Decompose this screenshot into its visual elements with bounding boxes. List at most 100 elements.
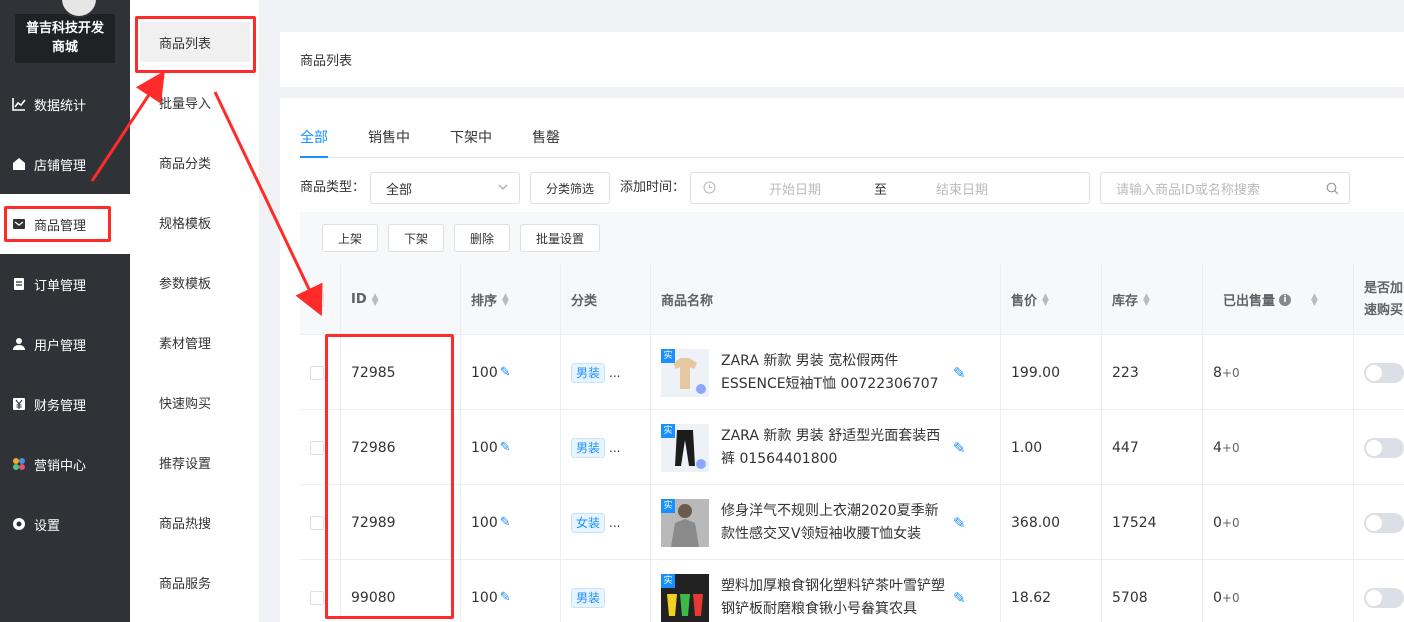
quick-buy-toggle[interactable] [1364, 587, 1404, 608]
select-all-cell [300, 264, 341, 335]
table-row[interactable]: 72986 100 ✎ 男装... 实 ZARA 新款 男装 舒适型光面套装西裤 … [300, 410, 1404, 485]
take-off-shelf-button[interactable]: 下架 [388, 224, 444, 252]
submenu-item-hot-search[interactable]: 商品热搜 [140, 502, 250, 542]
header-sort-label: 排序 [471, 294, 498, 309]
tab-sold-out[interactable]: 售罄 [532, 128, 560, 158]
header-stock[interactable]: 库存 ▲ ▼ [1102, 264, 1203, 335]
goods-icon [12, 217, 26, 231]
submenu-item-services[interactable]: 商品服务 [140, 562, 250, 602]
date-range-picker[interactable]: 开始日期 至 结束日期 [690, 172, 1090, 204]
chart-line-icon [12, 97, 26, 111]
select-all-checkbox[interactable] [310, 292, 324, 307]
product-thumbnail[interactable]: 实 [661, 348, 709, 397]
header-id[interactable]: ID ▲ ▼ [341, 264, 461, 335]
end-date-input[interactable]: 结束日期 [936, 179, 988, 198]
table-row[interactable]: 99080 100 ✎ 男装 实 塑料加厚粮食钢化塑料铲茶叶雪铲塑钢铲板耐磨粮食锹… [300, 560, 1404, 622]
batch-settings-button[interactable]: 批量设置 [520, 224, 600, 252]
order-icon [12, 277, 26, 291]
product-name: ZARA 新款 男装 舒适型光面套装西裤 01564401800 [721, 427, 941, 467]
edit-pencil-icon[interactable]: ✎ [953, 364, 966, 382]
cell-quick-buy [1354, 560, 1404, 622]
header-sold[interactable]: 已出售量 i ▲ ▼ [1203, 264, 1354, 335]
sort-icon[interactable]: ▲ ▼ [372, 292, 380, 307]
product-thumbnail[interactable]: 实 [661, 573, 709, 622]
sort-icon[interactable]: ▲ ▼ [1143, 292, 1151, 307]
product-thumbnail[interactable]: 实 [661, 423, 709, 472]
submenu-item-recommend[interactable]: 推荐设置 [140, 442, 250, 482]
sidebar-item-orders[interactable]: 订单管理 [0, 254, 130, 314]
row-checkbox[interactable] [310, 515, 324, 530]
brand-logo[interactable]: 普吉科技开发 商城 [15, 0, 115, 63]
bulk-action-bar: 上架 下架 删除 批量设置 [300, 212, 1404, 264]
sidebar-item-goods[interactable]: 商品管理 [0, 194, 130, 254]
table-row[interactable]: 72989 100 ✎ 女装... 实 修身洋气不规则上衣潮2020夏季新款性感交… [300, 485, 1404, 560]
submenu-item-goods-list[interactable]: 商品列表 [140, 22, 250, 62]
product-name: 塑料加厚粮食钢化塑料铲茶叶雪铲塑钢铲板耐磨粮食锹小号畚箕农具 [721, 577, 945, 617]
time-label: 添加时间： [620, 180, 686, 195]
cell-stock: 447 [1102, 410, 1203, 485]
submenu-item-param-template[interactable]: 参数模板 [140, 262, 250, 302]
cell-quick-buy [1354, 485, 1404, 560]
submenu-item-quick-buy[interactable]: 快速购买 [140, 382, 250, 422]
edit-pencil-icon[interactable]: ✎ [500, 515, 511, 530]
search-icon[interactable] [1326, 182, 1339, 199]
sidebar-item-users[interactable]: 用户管理 [0, 314, 130, 374]
sidebar-item-stats[interactable]: 数据统计 [0, 74, 130, 134]
marketing-icon [12, 457, 26, 471]
row-checkbox[interactable] [310, 440, 324, 455]
row-select-cell [300, 485, 341, 560]
type-select[interactable]: 全部 [370, 172, 520, 204]
delete-button[interactable]: 删除 [454, 224, 510, 252]
header-id-label: ID [351, 292, 367, 307]
tab-off-shelf[interactable]: 下架中 [450, 128, 492, 158]
brand-name-line1: 普吉科技开发 [25, 21, 104, 36]
submenu-item-categories[interactable]: 商品分类 [140, 142, 250, 182]
table-row[interactable]: 72985 100 ✎ 男装... 实 ZARA 新款 男装 宽松假两件 ESSE… [300, 335, 1404, 410]
edit-pencil-icon[interactable]: ✎ [500, 590, 511, 605]
edit-pencil-icon[interactable]: ✎ [500, 440, 511, 455]
category-filter-button[interactable]: 分类筛选 [530, 172, 610, 204]
sidebar-item-settings[interactable]: 设置 [0, 494, 130, 554]
sidebar-item-marketing[interactable]: 营销中心 [0, 434, 130, 494]
tab-on-sale[interactable]: 销售中 [368, 128, 410, 158]
submenu-item-spec-template[interactable]: 规格模板 [140, 202, 250, 242]
sidebar-item-store[interactable]: 店铺管理 [0, 134, 130, 194]
edit-pencil-icon[interactable]: ✎ [953, 514, 966, 532]
sort-icon[interactable]: ▲ ▼ [1042, 292, 1050, 307]
search-input[interactable]: 请输入商品ID或名称搜索 [1100, 172, 1350, 204]
sidebar-item-label: 数据统计 [34, 98, 87, 114]
type-label: 商品类型： [300, 180, 366, 195]
sort-icon[interactable]: ▲ ▼ [502, 292, 510, 307]
list-on-shelf-button[interactable]: 上架 [322, 224, 378, 252]
start-date-input[interactable]: 开始日期 [769, 179, 821, 198]
header-price[interactable]: 售价 ▲ ▼ [1001, 264, 1102, 335]
sort-icon[interactable]: ▲ ▼ [1311, 292, 1319, 307]
edit-pencil-icon[interactable]: ✎ [500, 365, 511, 380]
edit-pencil-icon[interactable]: ✎ [953, 589, 966, 607]
physical-goods-badge: 实 [661, 348, 675, 363]
edit-pencil-icon[interactable]: ✎ [953, 439, 966, 457]
cell-price: 1.00 [1001, 410, 1102, 485]
sidebar-item-label: 订单管理 [34, 278, 87, 294]
content-card: 全部 销售中 下架中 售罄 商品类型： 全部 分类筛选 添加时间： 开始日期 至… [280, 98, 1404, 622]
quick-buy-toggle[interactable] [1364, 362, 1404, 383]
breadcrumb: 商品列表 [280, 32, 1404, 87]
more-categories: ... [609, 365, 621, 380]
submenu-item-bulk-import[interactable]: 批量导入 [140, 82, 250, 122]
app-root: 普吉科技开发 商城 数据统计 店铺管理 商品管理 订单管理 用户管理 财务管理 [0, 0, 1404, 622]
finance-icon [12, 397, 26, 411]
quick-buy-toggle[interactable] [1364, 437, 1404, 458]
cell-category: 男装... [561, 410, 651, 485]
cell-name: 实 塑料加厚粮食钢化塑料铲茶叶雪铲塑钢铲板耐磨粮食锹小号畚箕农具 ✎ [651, 560, 1001, 622]
tab-all[interactable]: 全部 [300, 128, 328, 158]
sidebar-item-finance[interactable]: 财务管理 [0, 374, 130, 434]
header-sort[interactable]: 排序 ▲ ▼ [461, 264, 561, 335]
product-thumbnail[interactable]: 实 [661, 498, 709, 547]
info-icon[interactable]: i [1279, 293, 1292, 306]
category-tag: 男装 [571, 587, 606, 608]
submenu-item-materials[interactable]: 素材管理 [140, 322, 250, 362]
quick-buy-toggle[interactable] [1364, 512, 1404, 533]
row-checkbox[interactable] [310, 365, 324, 380]
cell-price: 368.00 [1001, 485, 1102, 560]
row-checkbox[interactable] [310, 590, 324, 605]
